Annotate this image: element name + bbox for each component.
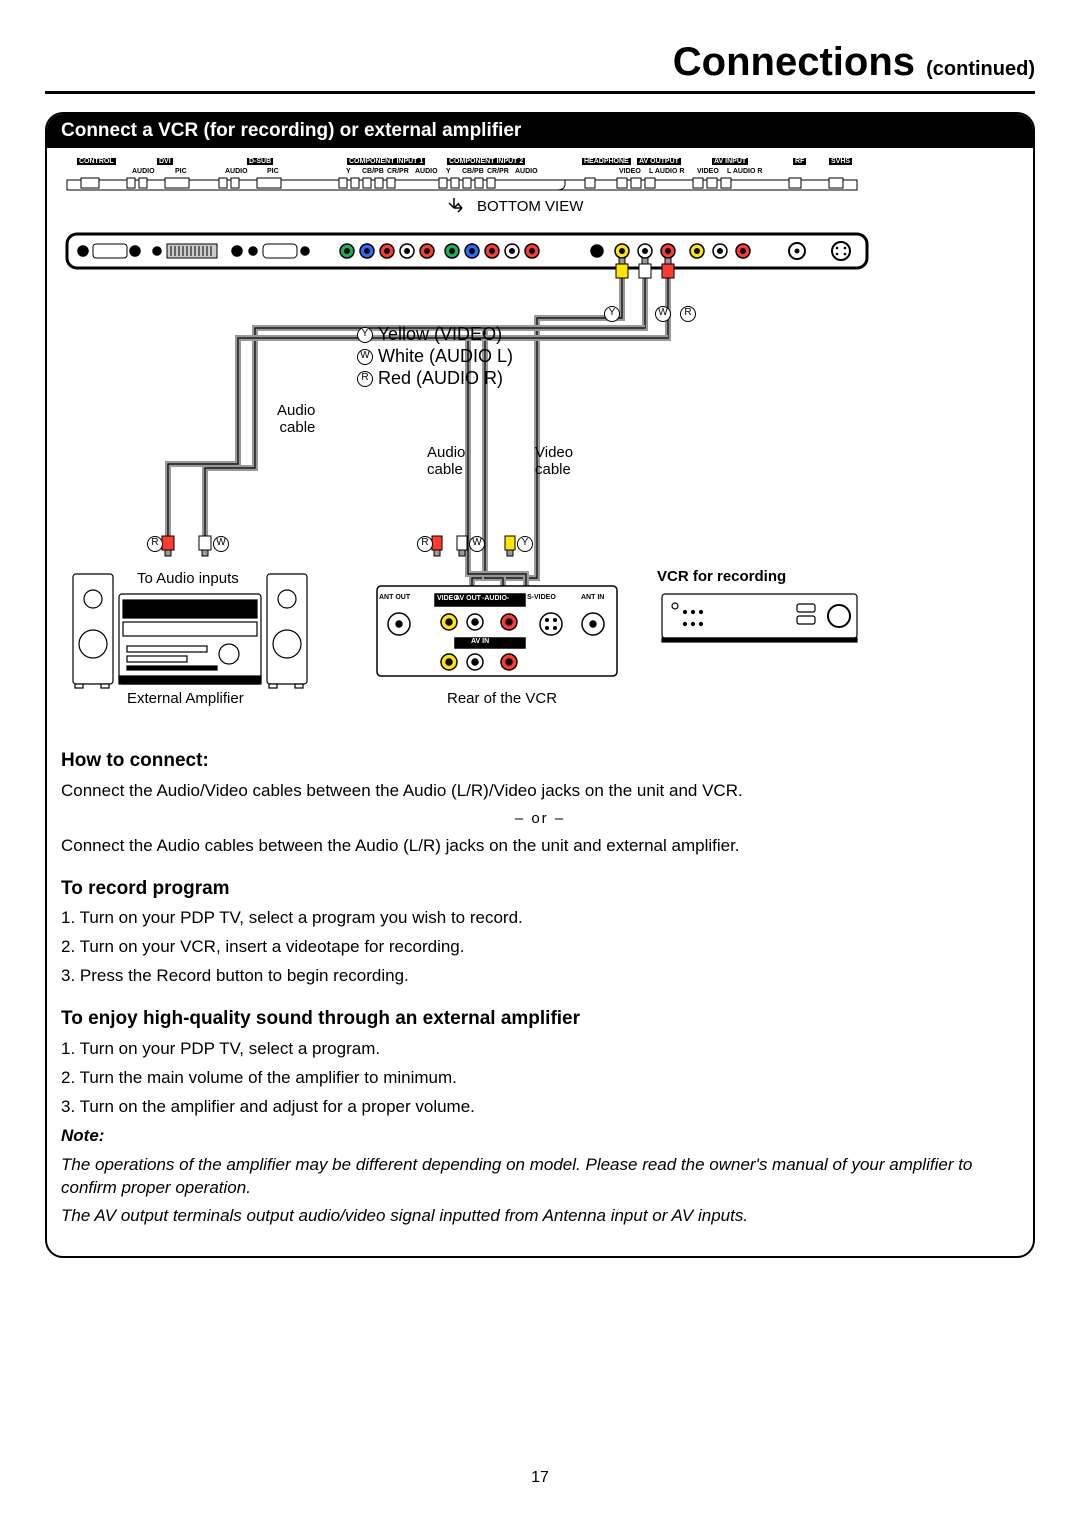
mark-y-mid: Y [517, 536, 533, 552]
label-video-cable: Video cable [535, 444, 573, 478]
title-main: Connections [673, 40, 915, 84]
label-ext-amp: External Amplifier [127, 690, 244, 707]
connection-panel: Connect a VCR (for recording) or externa… [45, 112, 1035, 1258]
bottom-view-label: BOTTOM VIEW [477, 198, 583, 215]
record-step3: 3. Press the Record button to begin reco… [61, 965, 1019, 988]
panel-title: Connect a VCR (for recording) or externa… [47, 114, 1033, 148]
page-title: Connections (continued) [45, 40, 1035, 85]
mark-w-top: W [655, 306, 671, 322]
mark-r-amp: R [147, 536, 163, 552]
legend-white-text: White (AUDIO L) [378, 346, 513, 366]
label-svideo: S-VIDEO [527, 594, 556, 601]
label-av-in: AV IN [471, 638, 489, 645]
howto-or: – or – [61, 809, 1019, 829]
label-audio-cable-amp: Audio cable [277, 402, 315, 436]
mark-r-mid: R [417, 536, 433, 552]
record-title: To record program [61, 876, 1019, 902]
mark-w: W [357, 349, 373, 365]
mark-y-top: Y [604, 306, 620, 322]
note-title: Note: [61, 1125, 1019, 1148]
bottom-view-arrow-icon [449, 198, 462, 212]
title-rule [45, 91, 1035, 94]
mark-w-mid: W [469, 536, 485, 552]
amp-title: To enjoy high-quality sound through an e… [61, 1006, 1019, 1032]
amp-step3: 3. Turn on the amplifier and adjust for … [61, 1096, 1019, 1119]
vcr-device [662, 594, 857, 642]
diagram-svg [57, 154, 877, 724]
amp-step1: 1. Turn on your PDP TV, select a program… [61, 1038, 1019, 1061]
label-rear-vcr: Rear of the VCR [447, 690, 557, 707]
legend-yellow: Y Yellow (VIDEO) [357, 324, 502, 345]
note-body2: The AV output terminals output audio/vid… [61, 1205, 1019, 1228]
label-to-audio-inputs: To Audio inputs [137, 570, 239, 587]
mark-y: Y [357, 327, 373, 343]
connection-diagram: CONTROL DVI D-SUB COMPONENT INPUT 1 COMP… [57, 154, 1023, 724]
label-video-out: VIDEO [437, 595, 459, 602]
top-port-outline [67, 178, 857, 190]
label-audio-out: -AUDIO- [482, 595, 509, 602]
legend-white: W White (AUDIO L) [357, 346, 513, 367]
page-number: 17 [0, 1469, 1080, 1487]
howto-title: How to connect: [61, 748, 1019, 774]
label-vcr: VCR for recording [657, 568, 786, 585]
label-audio-cable-vcr: Audio cable [427, 444, 465, 478]
label-ant-in: ANT IN [581, 594, 604, 601]
label-ant-out: ANT OUT [379, 594, 410, 601]
mark-w-amp: W [213, 536, 229, 552]
howto-line2: Connect the Audio cables between the Aud… [61, 835, 1019, 858]
record-step2: 2. Turn on your VCR, insert a videotape … [61, 936, 1019, 959]
external-amplifier [73, 574, 307, 688]
legend-red: R Red (AUDIO R) [357, 368, 503, 389]
amp-step2: 2. Turn the main volume of the amplifier… [61, 1067, 1019, 1090]
legend-red-text: Red (AUDIO R) [378, 368, 503, 388]
note-body1: The operations of the amplifier may be d… [61, 1154, 1019, 1200]
title-sub: (continued) [926, 58, 1035, 80]
legend-yellow-text: Yellow (VIDEO) [378, 324, 502, 344]
mark-r-top: R [680, 306, 696, 322]
mark-r: R [357, 371, 373, 387]
instructions: How to connect: Connect the Audio/Video … [47, 724, 1033, 1228]
record-step1: 1. Turn on your PDP TV, select a program… [61, 907, 1019, 930]
howto-line1: Connect the Audio/Video cables between t… [61, 780, 1019, 803]
